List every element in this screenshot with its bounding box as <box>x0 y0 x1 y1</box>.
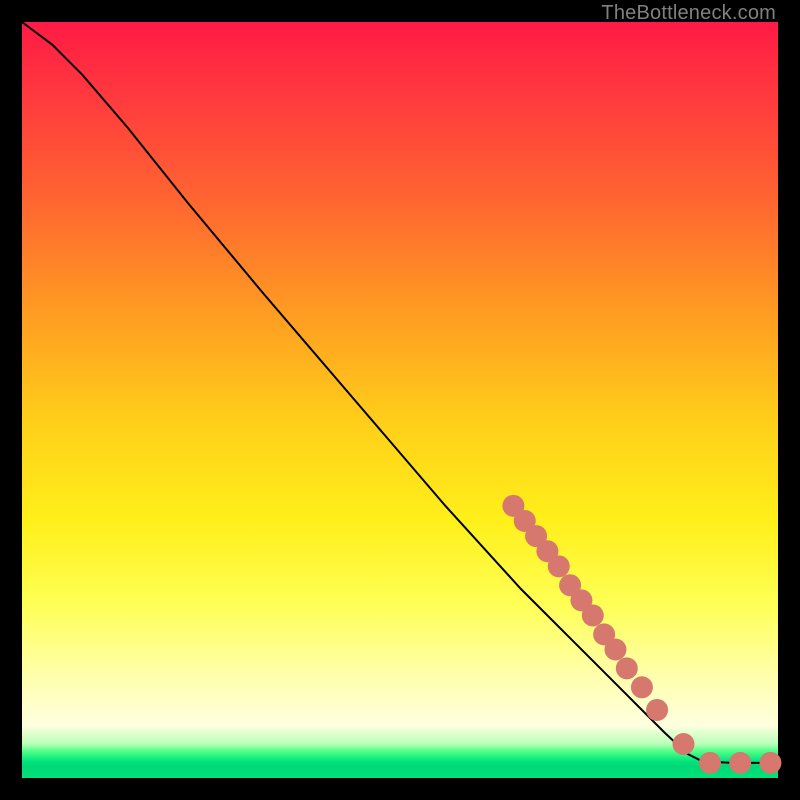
chart-frame: TheBottleneck.com <box>0 0 800 800</box>
data-marker <box>729 752 751 774</box>
curve-line <box>22 22 778 763</box>
bottleneck-curve <box>22 22 778 763</box>
chart-overlay <box>22 22 778 778</box>
data-marker <box>699 752 721 774</box>
data-markers <box>502 495 781 774</box>
data-marker <box>759 752 781 774</box>
data-marker <box>673 733 695 755</box>
data-marker <box>631 676 653 698</box>
data-marker <box>548 555 570 577</box>
data-marker <box>616 657 638 679</box>
data-marker <box>604 638 626 660</box>
data-marker <box>646 699 668 721</box>
data-marker <box>582 604 604 626</box>
watermark-text: TheBottleneck.com <box>601 2 776 25</box>
